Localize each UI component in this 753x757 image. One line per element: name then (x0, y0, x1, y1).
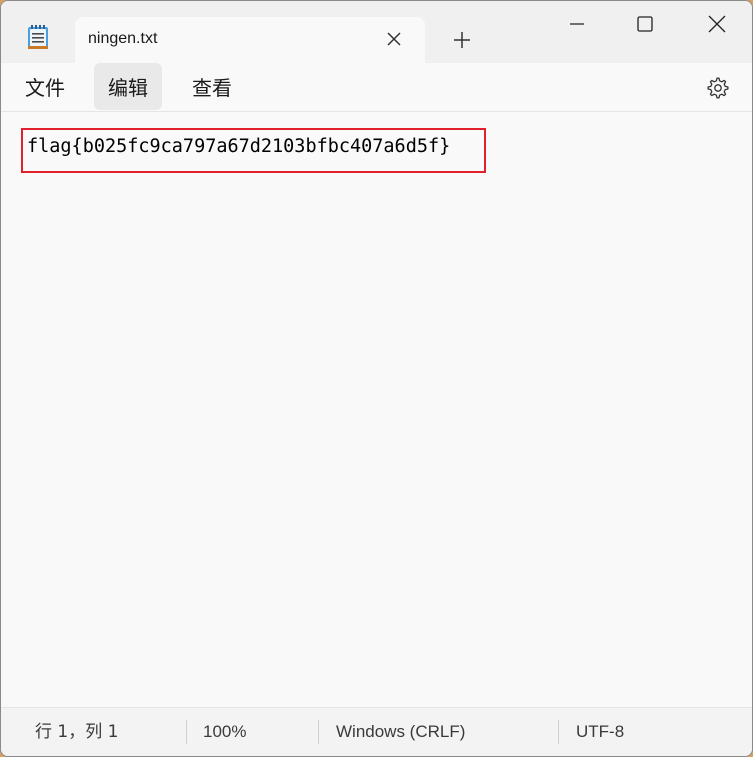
status-encoding[interactable]: UTF-8 (576, 708, 624, 756)
status-bar: 行 1，列 1 100% Windows (CRLF) UTF-8 (1, 707, 752, 756)
status-divider (186, 720, 187, 744)
close-window-button[interactable] (683, 1, 751, 47)
menu-edit[interactable]: 编辑 (94, 63, 162, 110)
menu-bar: 文件 编辑 查看 (1, 63, 752, 112)
new-tab-plus-icon[interactable] (451, 29, 473, 51)
scrollbar-thumb[interactable] (747, 112, 750, 708)
minimize-button[interactable] (543, 1, 611, 47)
tab-close-icon[interactable] (385, 30, 403, 48)
title-bar[interactable]: ningen.txt (1, 1, 752, 64)
status-divider (558, 720, 559, 744)
status-line-ending[interactable]: Windows (CRLF) (336, 708, 465, 756)
status-zoom[interactable]: 100% (203, 708, 246, 756)
tab-ningen-txt[interactable]: ningen.txt (75, 17, 425, 64)
tab-title: ningen.txt (88, 30, 158, 47)
notepad-window: ningen.txt 文件 编辑 查看 flag{b025fc9ca797a67… (0, 0, 753, 757)
status-divider (318, 720, 319, 744)
text-editor-area[interactable]: flag{b025fc9ca797a67d2103bfbc407a6d5f} (1, 112, 742, 708)
menu-view[interactable]: 查看 (178, 65, 246, 111)
vertical-scrollbar[interactable] (742, 112, 752, 708)
status-cursor-position: 行 1，列 1 (35, 722, 119, 742)
editor-text-content[interactable]: flag{b025fc9ca797a67d2103bfbc407a6d5f} (27, 136, 450, 157)
maximize-button[interactable] (611, 1, 679, 47)
settings-gear-icon[interactable] (706, 76, 730, 100)
notepad-app-icon (27, 24, 49, 50)
menu-file[interactable]: 文件 (11, 65, 79, 111)
